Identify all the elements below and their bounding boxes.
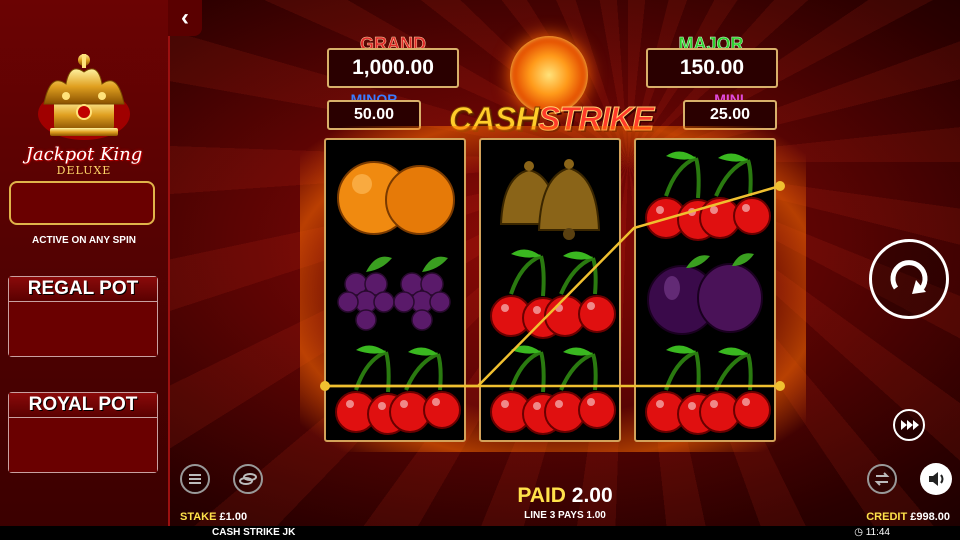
royal-pot-title: ROYAL POT <box>9 393 157 418</box>
paid-value: 2.00 <box>571 484 613 507</box>
autoplay-button[interactable] <box>867 464 897 494</box>
logo-title: Jackpot King <box>25 144 143 165</box>
credit-label: CREDIT <box>866 511 908 523</box>
regal-pot-value <box>9 302 157 356</box>
paid-label: PAID <box>517 484 566 507</box>
cherry-icon <box>335 345 461 435</box>
hamburger-menu-icon <box>189 474 201 484</box>
cherry-icon <box>490 249 616 339</box>
speaker-icon <box>929 472 944 486</box>
sound-button[interactable] <box>920 463 952 495</box>
clock: ◷ 11:44 <box>854 527 890 538</box>
reel-1 <box>324 138 466 442</box>
clock-time: 11:44 <box>865 527 890 538</box>
crown-icon <box>38 54 130 140</box>
regal-pot-title: REGAL POT <box>9 277 157 302</box>
grand-value: 1,000.00 <box>327 48 459 88</box>
jackpot-king-meter <box>9 181 155 225</box>
jackpot-king-logo: Jackpot King DELUXE <box>10 52 158 178</box>
spin-button[interactable] <box>869 239 949 319</box>
cherry-icon <box>645 345 771 435</box>
cherry-icon <box>645 151 771 241</box>
status-bar <box>0 526 960 540</box>
stake-button[interactable] <box>233 464 263 494</box>
stake-label: STAKE <box>180 511 217 523</box>
logo-subtitle: DELUXE <box>56 164 112 177</box>
plum-icon <box>647 253 763 335</box>
credit-value: £998.00 <box>910 511 950 523</box>
reel-3 <box>634 138 776 442</box>
autoplay-icon <box>874 472 890 486</box>
menu-button[interactable] <box>180 464 210 494</box>
fast-forward-icon <box>901 420 919 430</box>
clock-icon: ◷ <box>854 527 863 538</box>
chevron-left-icon: ‹ <box>181 4 189 31</box>
grapes-icon <box>337 256 451 331</box>
orange-icon <box>337 161 455 235</box>
royal-pot: ROYAL POT <box>8 392 158 473</box>
stake-value: £1.00 <box>219 511 248 523</box>
major-value: 150.00 <box>646 48 778 88</box>
active-on-any-spin-text: ACTIVE ON ANY SPIN <box>32 235 136 246</box>
jackpot-king-panel: Jackpot King DELUXE ACTIVE ON ANY SPIN R… <box>0 0 170 540</box>
regal-pot: REGAL POT <box>8 276 158 357</box>
paid-amount: PAID 2.00 <box>440 484 690 508</box>
credit-display: CREDIT £998.00 <box>866 511 950 523</box>
line-pays-text: LINE 3 PAYS 1.00 <box>524 510 606 521</box>
spin-arrow-icon <box>890 260 928 294</box>
royal-pot-value <box>9 418 157 472</box>
cherry-icon <box>490 345 616 435</box>
reel-2 <box>479 138 621 442</box>
stake-display: STAKE £1.00 <box>180 511 247 523</box>
turbo-button[interactable] <box>893 409 925 441</box>
bell-icon <box>499 159 601 240</box>
game-name: CASH STRIKE JK <box>212 527 296 538</box>
coins-icon <box>239 473 257 485</box>
back-button[interactable]: ‹ <box>168 0 202 36</box>
